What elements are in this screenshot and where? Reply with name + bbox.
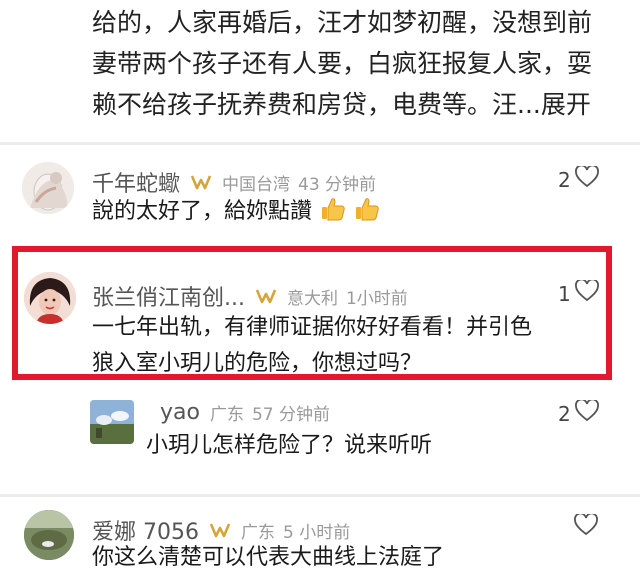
comment-text-content: 你这么清楚可以代表大曲线上法庭了	[92, 545, 445, 570]
comment-item: 千年蛇蠍 中国台湾 43 分钟前 2 說的太好了，給妳點讚	[0, 150, 640, 240]
timestamp: 43 分钟前	[298, 174, 377, 195]
timestamp: 57 分钟前	[251, 405, 331, 425]
comment-text-line-content: 赖不给孩子抚养费和房贷，电费等。汪...	[92, 90, 541, 119]
heart-icon	[574, 512, 598, 541]
comment-text-content: 小玥儿怎样危险了？说来听听	[146, 433, 433, 458]
like-button[interactable]: 2	[558, 164, 599, 193]
username[interactable]: yao	[160, 400, 200, 425]
comment-meta: yao 广东 57 分钟前	[160, 400, 330, 425]
avatar[interactable]	[24, 510, 74, 560]
divider	[0, 142, 640, 145]
heart-icon	[574, 398, 599, 427]
like-count: 2	[558, 167, 571, 192]
thumbs-up-icon	[354, 196, 380, 234]
location: 中国台湾	[222, 174, 291, 195]
expand-link[interactable]: 展开	[541, 90, 591, 119]
like-button[interactable]	[574, 512, 598, 541]
location: 广东	[240, 522, 275, 543]
divider	[0, 494, 640, 497]
comment-text-content: 說的太好了，給妳點讚	[92, 199, 313, 224]
avatar[interactable]	[90, 400, 134, 444]
comment-text-line: 赖不给孩子抚养费和房贷，电费等。汪...展开	[92, 84, 612, 125]
verified-badge-icon	[209, 519, 231, 541]
like-button[interactable]: 2	[558, 398, 599, 427]
comment-text: 小玥儿怎样危险了？说来听听	[146, 428, 432, 464]
comment-text: 你这么清楚可以代表大曲线上法庭了	[92, 540, 444, 576]
expanded-comment-text: 给的，人家再婚后，汪才如梦初醒，没想到前 妻带两个孩子还有人要，白疯狂报复人家，…	[92, 2, 612, 125]
comment-text: 說的太好了，給妳點讚	[92, 194, 380, 234]
heart-icon	[574, 164, 599, 193]
thumbs-up-icon	[320, 196, 346, 234]
avatar[interactable]	[22, 162, 74, 214]
timestamp: 5 小时前	[282, 522, 351, 543]
reply-item: yao 广东 57 分钟前 2 小玥儿怎样危险了？说来听听	[0, 388, 640, 488]
comment-item: 爱娜 7056 广东 5 小时前 你这么清楚可以代表大曲线上法庭了	[0, 500, 640, 583]
highlight-annotation-box	[12, 246, 612, 380]
location: 广东	[209, 405, 244, 425]
comment-text-line: 给的，人家再婚后，汪才如梦初醒，没想到前	[92, 8, 593, 37]
comment-text-line: 妻带两个孩子还有人要，白疯狂报复人家，耍	[92, 49, 593, 78]
verified-badge-icon	[190, 171, 212, 193]
like-count: 2	[558, 401, 571, 426]
